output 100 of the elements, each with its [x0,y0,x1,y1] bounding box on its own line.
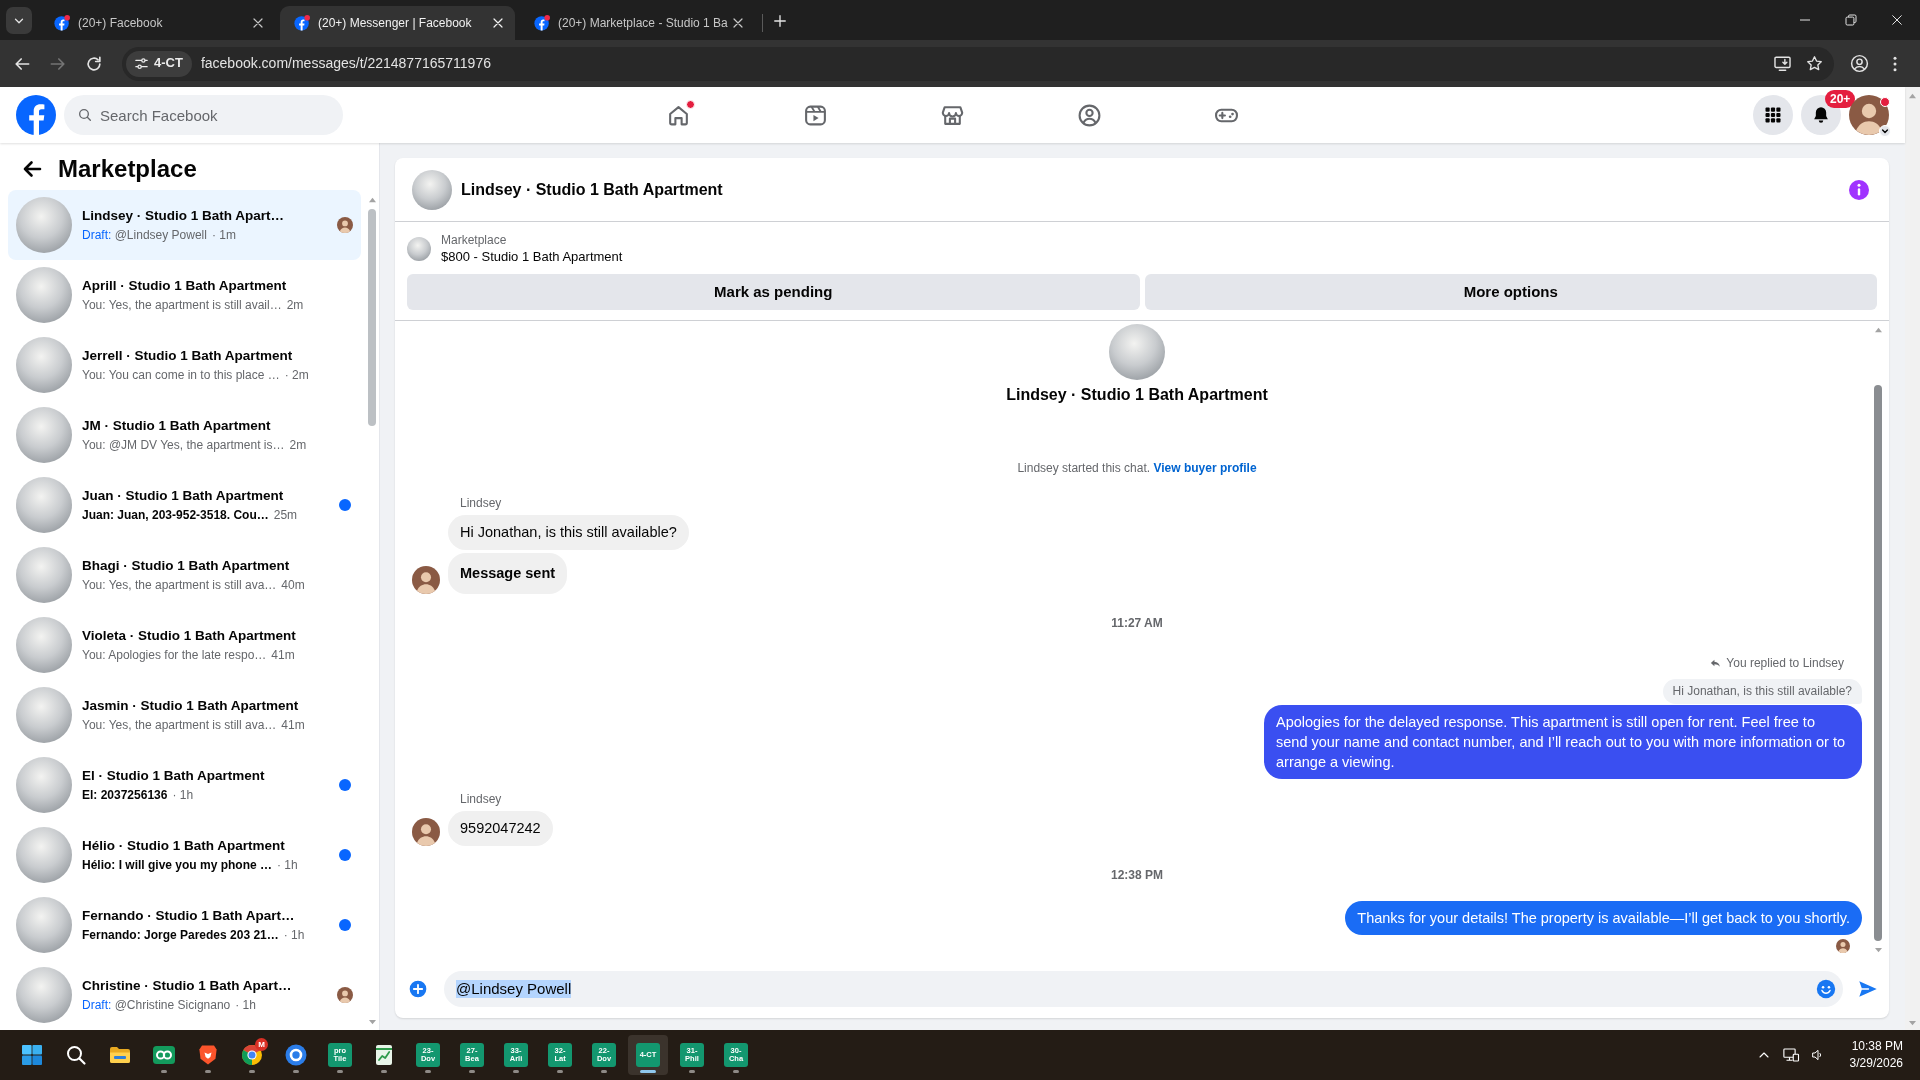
timestamp: 12:38 PM [1111,867,1163,883]
conversation-item[interactable]: Hélio · Studio 1 Bath Apartment Hélio: I will give you my phone … · 1h [8,820,361,890]
listing-photo [16,757,72,813]
logo-icon[interactable] [16,95,56,135]
message-time: · 1h [277,857,298,873]
new-tab-icon[interactable] [771,12,789,30]
message-preview: You: Yes, the apartment is still avail… [82,297,282,313]
tab-list-button[interactable] [6,7,32,34]
message-time: · 2m [284,367,309,383]
reply-label: You replied to Lindsey [1726,655,1844,671]
conversation-item[interactable]: Lindsey · Studio 1 Bath Apart… Draft: @Lindsey Powell · 1m [8,190,361,260]
caret-icon[interactable] [1879,125,1891,137]
chat-intro-title: Lindsey · Studio 1 Bath Apartment [1006,385,1268,405]
listing-photo [16,197,72,253]
site-logo-icon [534,15,550,31]
message-time: · 1m [211,227,236,243]
message-time: · 1h [172,787,194,803]
chat-intro-note: Lindsey started this chat. View buyer profile [1017,460,1257,476]
message-time: 2m [286,297,304,313]
message-preview: Draft: @Christine Sicignano [82,997,231,1013]
chat-title: Lindsey · Studio 1 Bath Apartment [461,179,723,200]
conversation-item[interactable]: El · Studio 1 Bath Apartment El: 2037256136 · 1h [8,750,361,820]
message-time: 41m [271,647,295,663]
message-preview: Fernando: Jorge Paredes 203 21… [82,927,279,943]
search-icon [64,1043,88,1067]
conversation-item[interactable]: Violeta · Studio 1 Bath Apartment You: Apologies for the late respo… 41m [8,610,361,680]
action-button[interactable]: More options [1144,274,1877,310]
scrollbar-thumb[interactable] [368,209,376,426]
conversation-item[interactable]: Bhagi · Studio 1 Bath Apartment You: Yes, the apartment is still ava… 40m [8,540,361,610]
app-badge: M [255,1038,268,1051]
monitor-icon[interactable] [1781,1046,1800,1064]
conversation-title: Hélio · Studio 1 Bath Apartment [82,837,286,855]
conversation-title: Aprill · Studio 1 Bath Apartment [82,277,288,295]
clock-time: 10:38 PM [1851,1038,1903,1055]
search-field[interactable]: Search Facebook [64,95,343,135]
message-bubble: Thanks for your details! The property is available—I’ll get back to you shortly. [1345,901,1862,935]
avatar-icon[interactable] [1849,95,1889,135]
address-bar[interactable]: 4-CT facebook.com/messages/t/2214877165711976 [122,46,1834,81]
listing-photo [412,169,452,210]
conversation-item[interactable]: Jasmin · Studio 1 Bath Apartment You: Yes, the apartment is still ava… 41m [8,680,361,750]
apps-menu-button[interactable] [1753,95,1793,135]
listing-photo [16,267,72,323]
conversation-title: Violeta · Studio 1 Bath Apartment [82,627,297,645]
listing-label: Marketplace [441,232,508,248]
conversation-item[interactable]: Jerrell · Studio 1 Bath Apartment You: You can come in to this place … · 2m [8,330,361,400]
conversation-item[interactable]: Aprill · Studio 1 Bath Apartment You: Yes, the apartment is still avail… 2m [8,260,361,330]
sender-name: Lindsey [460,495,502,511]
listing-photo [16,897,72,953]
message-bubble: Hi Jonathan, is this still available? [448,515,689,550]
listing-photo [16,967,72,1023]
site-info-button[interactable]: 4-CT [126,50,192,77]
search-icon [77,107,93,123]
ring-icon [284,1043,308,1067]
conversation-item[interactable]: Christine · Studio 1 Bath Apart… Draft: @Christine Sicignano · 1h [8,960,361,1030]
install-icon[interactable] [1773,54,1792,73]
message-preview: Hélio: I will give you my phone … [82,857,273,873]
typed-text: @Lindsey Powell [456,979,572,999]
buyer-profile-link[interactable]: View buyer profile [1153,461,1257,475]
listing-photo [16,547,72,603]
listing-photo [16,827,72,883]
sidebar-title: Marketplace [58,154,197,183]
send-icon[interactable] [1857,978,1879,1000]
site-logo-icon [294,15,310,31]
browser-tab[interactable]: (20+) Messenger | Facebook [280,6,515,40]
message-input[interactable]: @Lindsey Powell [444,971,1843,1007]
notification-dot-icon [1880,97,1890,107]
conversation-item[interactable]: Fernando · Studio 1 Bath Apart… Fernando: Jorge Paredes 203 21… · 1h [8,890,361,960]
star-icon[interactable] [1805,54,1824,73]
grid-squares-icon [20,1043,44,1067]
profile-icon[interactable] [1848,53,1870,74]
conversation-title: Lindsey · Studio 1 Bath Apart… [82,207,285,225]
add-icon[interactable] [408,979,428,999]
groups-icon[interactable] [1077,102,1102,128]
sender-name: Lindsey [460,791,502,807]
listing-photo [16,477,72,533]
listing-photo [16,407,72,463]
conversation-title: Jasmin · Studio 1 Bath Apartment [82,697,300,715]
message-time: · 1h [283,927,305,943]
quoted-message: Hi Jonathan, is this still available? [1662,679,1862,704]
message-preview: You: Yes, the apartment is still ava… [82,577,277,593]
listing-photo [407,236,431,261]
conversation-item[interactable]: Juan · Studio 1 Bath Apartment Juan: Juan, 203-952-3518. Cou… 25m [8,470,361,540]
message-preview: You: You can come in to this place … [82,367,280,383]
round-logo-icon [240,1043,264,1067]
listing-photo [16,687,72,743]
scrollbar-thumb[interactable] [1874,385,1882,941]
site-logo-icon [54,15,70,31]
emoji-icon[interactable] [1815,978,1837,1000]
conversation-title: JM · Studio 1 Bath Apartment [82,417,272,435]
browser-tab[interactable]: (20+) Facebook [40,6,275,40]
action-button[interactable]: Mark as pending [407,274,1140,310]
message-preview: Draft: @Lindsey Powell [82,227,207,243]
browser-tab[interactable]: (20+) Marketplace - Studio 1 Ba [520,6,755,40]
listing-title: $800 - Studio 1 Bath Apartment [441,247,623,265]
url-text: facebook.com/messages/t/2214877165711976 [200,54,491,73]
message-bubble: Apologies for the delayed response. This apartment is still open for rent. Feel free to send your name and contact number, and I’ll reach out to you with more information or to arrange a viewing. [1264,705,1862,779]
conversation-item[interactable]: JM · Studio 1 Bath Apartment You: @JM DV Yes, the apartment is… 2m [8,400,361,470]
message-bubble: 9592047242 [448,811,553,846]
app-button[interactable]: M [232,1035,272,1075]
info-icon[interactable] [1847,177,1871,202]
